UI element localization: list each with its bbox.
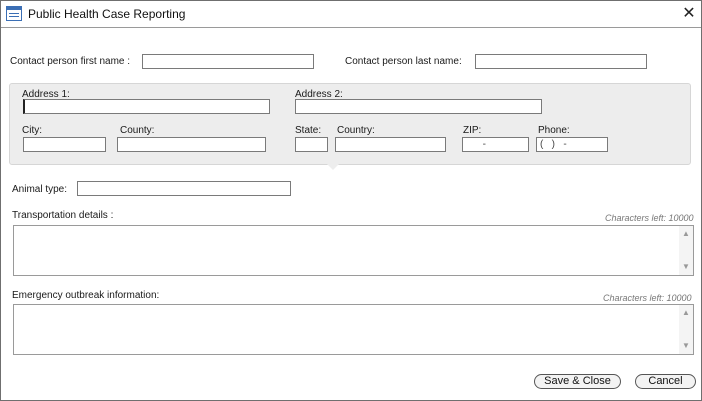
close-icon[interactable]: ✕ xyxy=(679,4,699,24)
country-field[interactable] xyxy=(335,137,446,152)
transportation-scrollbar[interactable]: ▲ ▼ xyxy=(679,226,693,275)
emergency-label: Emergency outbreak information: xyxy=(12,290,160,301)
transportation-label: Transportation details : xyxy=(12,210,114,221)
scroll-up-icon[interactable]: ▲ xyxy=(679,228,693,240)
form-icon xyxy=(6,6,22,21)
county-label: County: xyxy=(120,125,155,136)
phone-field[interactable]: ( ) - xyxy=(536,137,608,152)
last-name-label: Contact person last name: xyxy=(345,56,462,67)
animal-type-label: Animal type: xyxy=(12,184,68,195)
address2-field[interactable] xyxy=(295,99,542,114)
city-field[interactable] xyxy=(23,137,106,152)
city-label: City: xyxy=(22,125,42,136)
phone-label: Phone: xyxy=(538,125,570,136)
zip-field[interactable]: - xyxy=(462,137,529,152)
country-label: Country: xyxy=(337,125,375,136)
save-close-button[interactable]: Save & Close xyxy=(534,374,621,389)
county-field[interactable] xyxy=(117,137,266,152)
state-field[interactable] xyxy=(295,137,328,152)
address1-field[interactable] xyxy=(23,99,270,114)
transportation-textarea[interactable]: ▲ ▼ xyxy=(13,225,694,276)
scroll-down-icon[interactable]: ▼ xyxy=(679,261,693,273)
address-panel-pointer xyxy=(327,164,339,170)
last-name-field[interactable] xyxy=(475,54,647,69)
emergency-textarea[interactable]: ▲ ▼ xyxy=(13,304,694,355)
first-name-field[interactable] xyxy=(142,54,314,69)
address-panel xyxy=(9,83,691,165)
state-label: State: xyxy=(295,125,322,136)
cancel-button[interactable]: Cancel xyxy=(635,374,696,389)
scroll-down-icon[interactable]: ▼ xyxy=(679,340,693,352)
emergency-scrollbar[interactable]: ▲ ▼ xyxy=(679,305,693,354)
animal-type-field[interactable] xyxy=(77,181,291,196)
scroll-up-icon[interactable]: ▲ xyxy=(679,307,693,319)
dialog-window: Public Health Case Reporting ✕ Contact p… xyxy=(0,0,702,401)
transportation-chars-left: Characters left: 10000 xyxy=(605,213,694,223)
emergency-chars-left: Characters left: 10000 xyxy=(603,293,692,303)
title-bar: Public Health Case Reporting ✕ xyxy=(1,1,701,28)
window-title: Public Health Case Reporting xyxy=(28,7,186,21)
zip-label: ZIP: xyxy=(463,125,482,136)
first-name-label: Contact person first name : xyxy=(10,56,131,67)
